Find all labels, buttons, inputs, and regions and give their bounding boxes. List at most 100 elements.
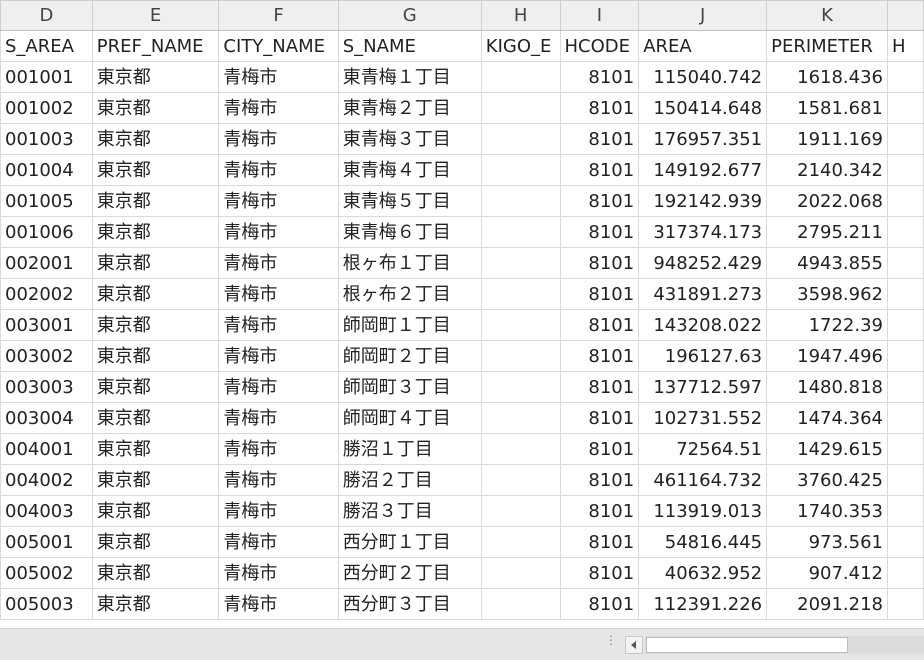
table-cell[interactable]: 8101: [559, 92, 640, 124]
table-cell[interactable]: 8101: [559, 247, 640, 279]
table-cell[interactable]: 8101: [559, 526, 640, 558]
table-cell[interactable]: 8101: [559, 154, 640, 186]
table-cell[interactable]: 東青梅１丁目: [337, 61, 482, 93]
table-cell[interactable]: 1581.681: [766, 92, 889, 124]
table-cell[interactable]: [887, 309, 924, 341]
table-cell[interactable]: 青梅市: [218, 464, 339, 496]
column-letter-header[interactable]: K: [766, 0, 889, 31]
table-cell[interactable]: 勝沼３丁目: [337, 495, 482, 527]
pane-splitter-grip-icon[interactable]: ⋮: [605, 634, 617, 654]
column-letter-header[interactable]: F: [218, 0, 339, 31]
column-letter-header[interactable]: D: [0, 0, 93, 31]
column-letter-header[interactable]: G: [337, 0, 482, 31]
column-letter-header[interactable]: H: [480, 0, 561, 31]
table-cell[interactable]: 東京都: [91, 309, 220, 341]
table-cell[interactable]: 東京都: [91, 526, 220, 558]
table-cell[interactable]: 西分町２丁目: [337, 557, 482, 589]
table-cell[interactable]: 東京都: [91, 402, 220, 434]
table-cell[interactable]: 1618.436: [766, 61, 889, 93]
table-cell[interactable]: [480, 433, 561, 465]
table-cell[interactable]: 115040.742: [638, 61, 768, 93]
table-cell[interactable]: 1722.39: [766, 309, 889, 341]
table-cell[interactable]: 4943.855: [766, 247, 889, 279]
table-cell[interactable]: [480, 61, 561, 93]
table-cell[interactable]: 1740.353: [766, 495, 889, 527]
table-cell[interactable]: [887, 371, 924, 403]
table-cell[interactable]: [887, 92, 924, 124]
table-cell[interactable]: 東京都: [91, 557, 220, 589]
column-letter-header[interactable]: I: [559, 0, 640, 31]
table-cell[interactable]: 青梅市: [218, 495, 339, 527]
table-cell[interactable]: [480, 309, 561, 341]
table-cell[interactable]: 196127.63: [638, 340, 768, 372]
table-cell[interactable]: 師岡町４丁目: [337, 402, 482, 434]
table-cell[interactable]: 1429.615: [766, 433, 889, 465]
table-cell[interactable]: 001004: [0, 154, 93, 186]
table-cell[interactable]: [887, 216, 924, 248]
table-cell[interactable]: 東青梅４丁目: [337, 154, 482, 186]
table-cell[interactable]: 004002: [0, 464, 93, 496]
table-cell[interactable]: 005003: [0, 588, 93, 620]
table-cell[interactable]: 青梅市: [218, 433, 339, 465]
table-cell[interactable]: 東京都: [91, 340, 220, 372]
table-cell[interactable]: [887, 557, 924, 589]
table-cell[interactable]: 973.561: [766, 526, 889, 558]
table-cell[interactable]: [480, 557, 561, 589]
table-cell[interactable]: 8101: [559, 464, 640, 496]
table-cell[interactable]: 113919.013: [638, 495, 768, 527]
table-cell[interactable]: 東青梅６丁目: [337, 216, 482, 248]
table-cell[interactable]: 東京都: [91, 123, 220, 155]
table-cell[interactable]: [480, 92, 561, 124]
table-cell[interactable]: 004003: [0, 495, 93, 527]
table-cell[interactable]: 002001: [0, 247, 93, 279]
table-cell[interactable]: 40632.952: [638, 557, 768, 589]
table-cell[interactable]: 青梅市: [218, 92, 339, 124]
table-cell[interactable]: 72564.51: [638, 433, 768, 465]
table-cell[interactable]: 東京都: [91, 185, 220, 217]
table-cell[interactable]: [480, 247, 561, 279]
table-cell[interactable]: 根ヶ布１丁目: [337, 247, 482, 279]
table-cell[interactable]: 461164.732: [638, 464, 768, 496]
table-cell[interactable]: 431891.273: [638, 278, 768, 310]
table-cell[interactable]: 勝沼２丁目: [337, 464, 482, 496]
table-cell[interactable]: 192142.939: [638, 185, 768, 217]
table-cell[interactable]: 3760.425: [766, 464, 889, 496]
table-cell[interactable]: 149192.677: [638, 154, 768, 186]
table-cell[interactable]: 2091.218: [766, 588, 889, 620]
table-cell[interactable]: [480, 123, 561, 155]
table-cell[interactable]: 8101: [559, 309, 640, 341]
table-cell[interactable]: 001006: [0, 216, 93, 248]
table-cell[interactable]: [480, 216, 561, 248]
table-cell[interactable]: 青梅市: [218, 278, 339, 310]
table-cell[interactable]: 青梅市: [218, 309, 339, 341]
table-cell[interactable]: [480, 588, 561, 620]
table-cell[interactable]: 東青梅２丁目: [337, 92, 482, 124]
field-name-cell[interactable]: S_AREA: [0, 30, 93, 62]
table-cell[interactable]: 8101: [559, 588, 640, 620]
table-cell[interactable]: [480, 278, 561, 310]
table-cell[interactable]: 317374.173: [638, 216, 768, 248]
table-cell[interactable]: 8101: [559, 557, 640, 589]
table-cell[interactable]: [887, 154, 924, 186]
table-cell[interactable]: 師岡町２丁目: [337, 340, 482, 372]
table-cell[interactable]: 8101: [559, 402, 640, 434]
table-cell[interactable]: [887, 278, 924, 310]
field-name-cell[interactable]: KIGO_E: [480, 30, 561, 62]
table-cell[interactable]: [480, 402, 561, 434]
table-cell[interactable]: 8101: [559, 371, 640, 403]
table-cell[interactable]: 青梅市: [218, 588, 339, 620]
table-cell[interactable]: 1480.818: [766, 371, 889, 403]
table-cell[interactable]: 東京都: [91, 278, 220, 310]
table-cell[interactable]: 003002: [0, 340, 93, 372]
table-cell[interactable]: [887, 402, 924, 434]
table-cell[interactable]: 112391.226: [638, 588, 768, 620]
table-cell[interactable]: 102731.552: [638, 402, 768, 434]
table-cell[interactable]: 8101: [559, 495, 640, 527]
field-name-cell[interactable]: CITY_NAME: [218, 30, 339, 62]
scroll-left-button[interactable]: [625, 636, 643, 654]
table-cell[interactable]: 001001: [0, 61, 93, 93]
table-cell[interactable]: 003004: [0, 402, 93, 434]
table-cell[interactable]: 根ヶ布２丁目: [337, 278, 482, 310]
table-cell[interactable]: [887, 61, 924, 93]
table-cell[interactable]: 8101: [559, 278, 640, 310]
